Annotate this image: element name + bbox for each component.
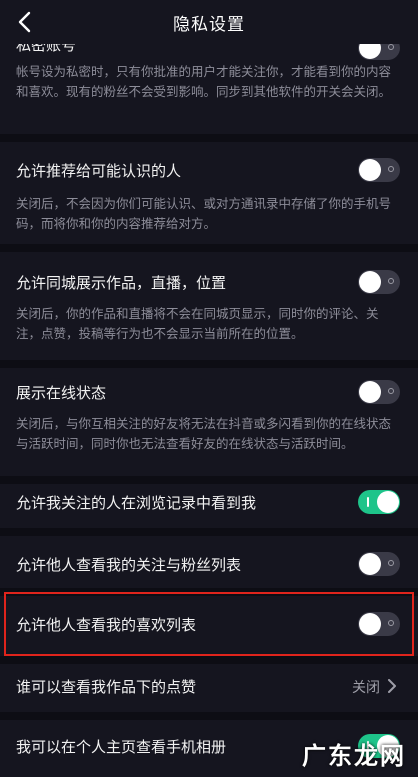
- setting-follow-list: 允许他人查看我的关注与粉丝列表: [0, 536, 418, 592]
- setting-label: 允许同城展示作品，直播，位置: [16, 274, 227, 292]
- section-divider: [0, 134, 418, 142]
- toggle-knob: [377, 491, 399, 513]
- toggle-off-icon: [388, 44, 394, 50]
- section-divider: [0, 360, 418, 368]
- section-divider: [0, 656, 418, 664]
- toggle-knob: [359, 159, 381, 181]
- top-bar: 隐私设置: [0, 0, 418, 44]
- setting-label: 展示在线状态: [16, 384, 107, 402]
- follow-list-toggle[interactable]: [358, 552, 400, 576]
- setting-label: 允许我关注的人在浏览记录中看到我: [16, 494, 257, 512]
- setting-label: 允许他人查看我的喜欢列表: [16, 616, 197, 634]
- section-divider: [0, 712, 418, 720]
- toggle-off-icon: [388, 388, 394, 394]
- setting-label: 允许推荐给可能认识的人: [16, 162, 182, 180]
- setting-same-city: 允许同城展示作品，直播，位置 关闭后，你的作品和直播将不会在同城页显示，同时你的…: [0, 252, 418, 360]
- setting-label: 谁可以查看我作品下的点赞: [16, 678, 197, 696]
- section-divider: [0, 588, 418, 596]
- toggle-knob: [359, 613, 381, 635]
- page-title: 隐私设置: [173, 15, 245, 35]
- setting-description: 帐号设为私密时，只有你批准的用户才能关注你，才能看到你的内容和喜欢。现有的粉丝不…: [16, 64, 392, 99]
- setting-label: 允许他人查看我的关注与粉丝列表: [16, 556, 242, 574]
- section-divider: [0, 528, 418, 536]
- toggle-on-icon: [367, 497, 369, 507]
- section-divider: [0, 244, 418, 252]
- setting-description: 关闭后，不会因为你们可能认识、或对方通讯录中存储了你的手机号码，而将你和你的内容…: [16, 196, 392, 231]
- watermark: 广东龙网: [302, 742, 406, 770]
- toggle-off-icon: [388, 278, 394, 284]
- setting-recommend: 允许推荐给可能认识的人 关闭后，不会因为你们可能认识、或对方通讯录中存储了你的手…: [0, 142, 418, 244]
- section-divider: [0, 476, 418, 484]
- toggle-knob: [359, 271, 381, 293]
- setting-value: 关闭: [352, 680, 380, 696]
- setting-likes-list: 允许他人查看我的喜欢列表: [0, 596, 418, 652]
- setting-description: 关闭后，你的作品和直播将不会在同城页显示，同时你的评论、关注，点赞，投稿等行为也…: [16, 306, 379, 341]
- toggle-off-icon: [388, 166, 394, 172]
- setting-label: 我可以在个人主页查看手机相册: [16, 738, 227, 756]
- same-city-toggle[interactable]: [358, 270, 400, 294]
- recommend-toggle[interactable]: [358, 158, 400, 182]
- setting-online-status: 展示在线状态 关闭后，与你互相关注的好友将无法在抖音或多闪看到你的在线状态与活跃…: [0, 368, 418, 476]
- online-status-toggle[interactable]: [358, 380, 400, 404]
- toggle-knob: [359, 553, 381, 575]
- chevron-right-icon: [388, 679, 396, 693]
- toggle-off-icon: [388, 560, 394, 566]
- setting-like-visibility[interactable]: 谁可以查看我作品下的点赞 关闭: [0, 664, 418, 712]
- setting-description: 关闭后，与你互相关注的好友将无法在抖音或多闪看到你的在线状态与活跃时间，同时你也…: [16, 416, 392, 451]
- toggle-off-icon: [388, 620, 394, 626]
- toggle-knob: [359, 381, 381, 403]
- browse-history-toggle[interactable]: [358, 490, 400, 514]
- likes-list-toggle[interactable]: [358, 612, 400, 636]
